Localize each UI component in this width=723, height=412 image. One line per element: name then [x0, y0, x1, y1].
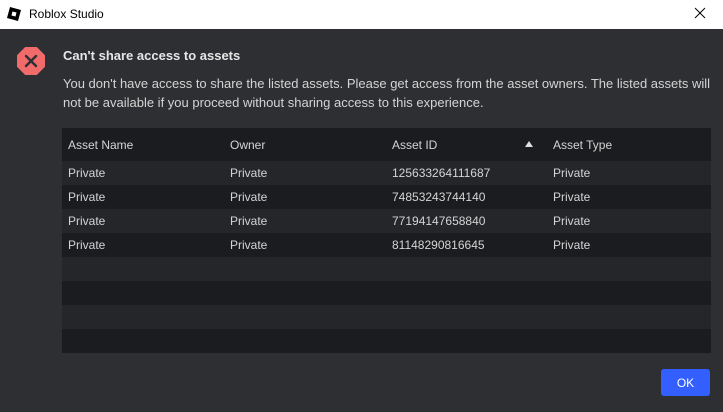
table-row[interactable]: Private Private 81148290816645 Private [62, 233, 711, 257]
empty-row [62, 281, 711, 305]
asset-type-cell: Private [553, 190, 591, 204]
close-button[interactable] [677, 0, 723, 29]
asset-type-cell: Private [553, 238, 591, 252]
asset-id-cell: 77194147658840 [392, 214, 486, 228]
asset-type-cell: Private [553, 214, 591, 228]
table-row[interactable]: Private Private 125633264111687 Private [62, 161, 711, 185]
asset-id-cell: 81148290816645 [392, 238, 485, 252]
column-header-asset-type[interactable]: Asset Type [553, 138, 612, 153]
title-bar: Roblox Studio [0, 0, 723, 29]
window-title: Roblox Studio [29, 7, 104, 21]
asset-id-cell: 125633264111687 [392, 166, 491, 180]
column-header-owner[interactable]: Owner [230, 138, 265, 153]
owner-cell: Private [230, 190, 268, 204]
dialog-heading: Can't share access to assets [63, 48, 241, 63]
ok-button[interactable]: OK [661, 369, 710, 396]
roblox-studio-icon [7, 7, 21, 21]
empty-row [62, 305, 711, 329]
owner-cell: Private [230, 214, 268, 228]
column-header-asset-name[interactable]: Asset Name [68, 138, 133, 153]
assets-table: Asset Name Owner Asset ID Asset Type Pri… [62, 128, 711, 353]
asset-name-cell: Private [68, 166, 106, 180]
column-header-asset-id[interactable]: Asset ID [392, 138, 437, 153]
dialog-message: You don't have access to share the liste… [63, 76, 711, 110]
table-row[interactable]: Private Private 77194147658840 Private [62, 209, 711, 233]
empty-row [62, 257, 711, 281]
table-row[interactable]: Private Private 74853243744140 Private [62, 185, 711, 209]
sort-ascending-icon [525, 141, 533, 147]
close-icon [694, 6, 706, 24]
owner-cell: Private [230, 238, 268, 252]
error-icon [17, 47, 45, 75]
asset-id-cell: 74853243744140 [392, 190, 486, 204]
empty-row [62, 329, 711, 353]
asset-name-cell: Private [68, 190, 106, 204]
table-header: Asset Name Owner Asset ID Asset Type [62, 128, 711, 161]
asset-name-cell: Private [68, 238, 106, 252]
dialog-window: Roblox Studio Can't share access to asse… [0, 0, 723, 412]
asset-type-cell: Private [553, 166, 591, 180]
asset-name-cell: Private [68, 214, 106, 228]
owner-cell: Private [230, 166, 268, 180]
